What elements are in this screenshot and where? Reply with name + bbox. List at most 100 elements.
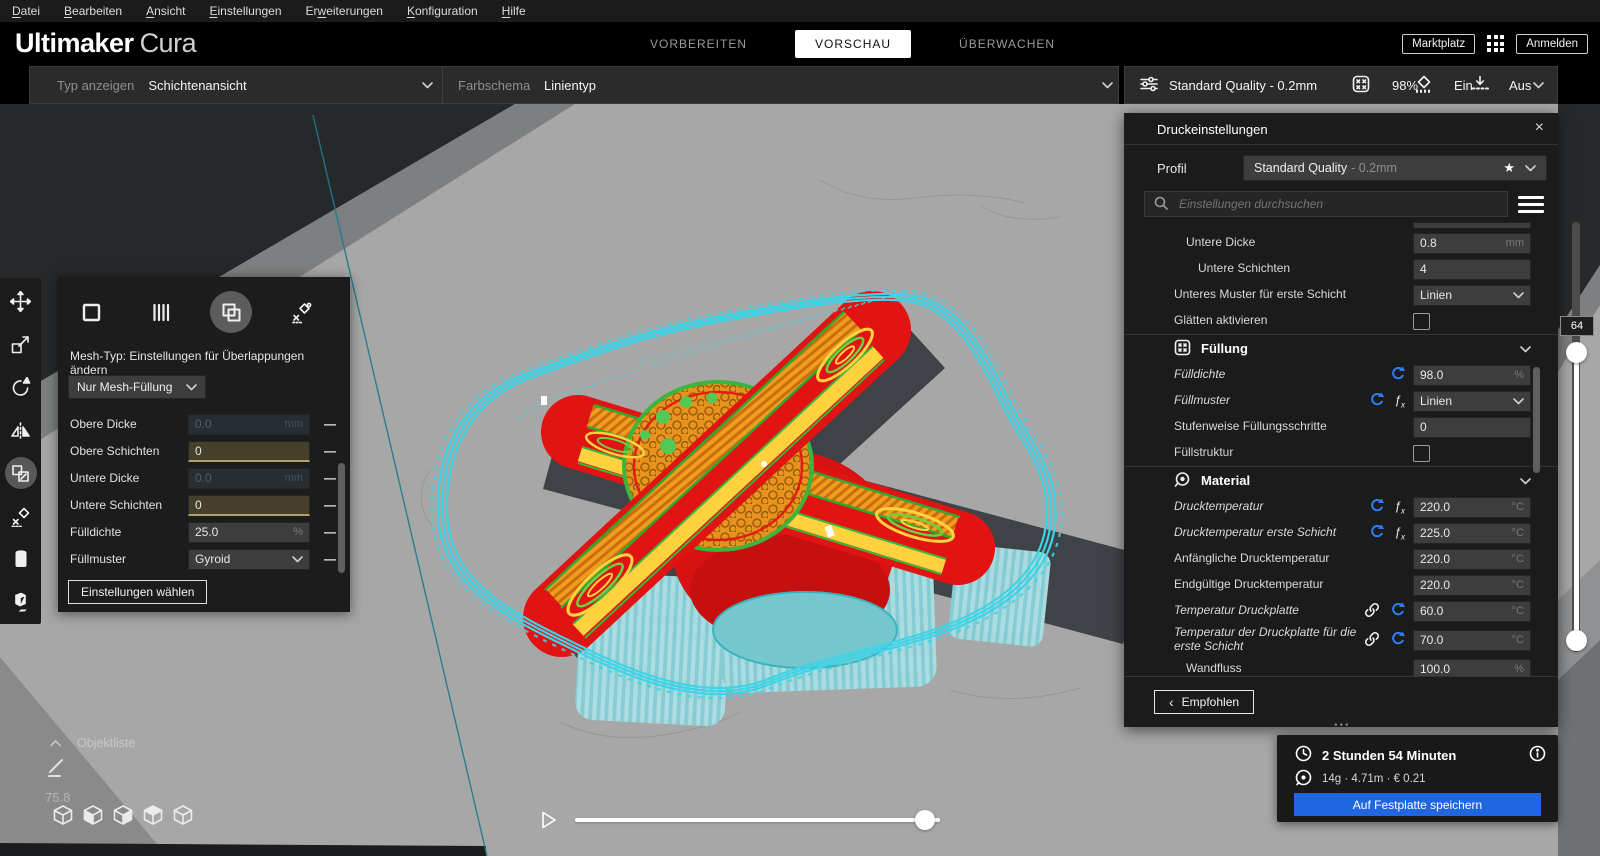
object-list-toggle[interactable]: Objektliste [50, 736, 135, 750]
setting-input[interactable] [1420, 417, 1502, 437]
playback-slider[interactable] [575, 818, 940, 822]
revert-icon[interactable] [1390, 602, 1405, 620]
link-icon[interactable] [1364, 602, 1380, 621]
füllmuster-select[interactable]: Gyroid [188, 548, 310, 570]
info-icon[interactable] [1529, 745, 1546, 765]
playback-handle[interactable] [915, 810, 935, 830]
profile-select[interactable]: Standard Quality - 0.2mm ★ [1243, 155, 1547, 181]
chevron-down-icon[interactable] [422, 78, 433, 92]
view-right-button[interactable] [172, 804, 194, 829]
mesh-panel-scrollbar[interactable] [338, 463, 345, 573]
print-time: 2 Stunden 54 Minuten [1295, 745, 1456, 765]
glätten aktivieren-checkbox[interactable] [1413, 312, 1430, 330]
menu-datei[interactable]: Datei [12, 4, 40, 18]
fx-icon[interactable]: ƒx [1394, 499, 1405, 515]
link-icon[interactable] [1364, 631, 1380, 650]
support-eraser-tool[interactable] [5, 543, 37, 575]
revert-icon[interactable] [1369, 392, 1385, 410]
color-scheme-value[interactable]: Linientyp [544, 78, 596, 93]
setting-input[interactable] [195, 522, 279, 542]
print-settings-toolbar[interactable]: Standard Quality - 0.2mm 98% Ein Aus [1124, 66, 1558, 104]
star-icon[interactable]: ★ [1503, 160, 1515, 176]
setting-input[interactable] [1420, 630, 1502, 650]
view-type-value[interactable]: Schichtenansicht [148, 78, 246, 93]
per-model-settings-tool[interactable] [4, 457, 37, 489]
setting-row: Fülldichte% [1124, 362, 1558, 388]
setting-input[interactable] [195, 414, 279, 434]
setting-input[interactable] [1420, 365, 1502, 385]
remove-setting-button[interactable]: — [322, 524, 338, 540]
chevron-down-icon[interactable] [1533, 78, 1544, 92]
modify-overlaps-mode-button[interactable] [210, 291, 252, 333]
setting-input[interactable] [1420, 259, 1502, 279]
tab-überwachen[interactable]: ÜBERWACHEN [939, 30, 1075, 58]
mirror-tool[interactable] [5, 414, 37, 446]
setting-input[interactable] [1420, 233, 1502, 253]
füllstruktur-checkbox[interactable] [1413, 444, 1430, 462]
menu-ansicht[interactable]: Ansicht [146, 4, 185, 18]
move-tool[interactable] [5, 285, 37, 317]
fx-icon[interactable]: ƒx [1394, 525, 1405, 541]
setting-row: Drucktemperatur erste Schicht ƒx °C [1124, 520, 1558, 546]
scale-tool[interactable] [5, 328, 37, 360]
layer-slider-lower-handle[interactable] [1566, 630, 1587, 651]
menu-einstellungen[interactable]: Einstellungen [209, 4, 281, 18]
tab-vorbereiten[interactable]: VORBEREITEN [630, 30, 767, 58]
setting-input[interactable] [195, 441, 279, 460]
play-button[interactable] [540, 810, 558, 833]
setting-input[interactable] [1420, 549, 1502, 569]
settings-scrollbar[interactable] [1533, 367, 1540, 473]
setting-input[interactable] [1420, 601, 1502, 621]
unteres muster für erste schicht-select[interactable]: Linien [1413, 284, 1531, 306]
view-left-button[interactable] [142, 804, 164, 829]
apps-grid-icon[interactable] [1487, 35, 1505, 52]
remove-setting-button[interactable]: — [322, 470, 338, 486]
camera-view-presets [52, 804, 194, 829]
remove-setting-button[interactable]: — [322, 497, 338, 513]
chevron-down-icon[interactable] [1102, 78, 1113, 92]
revert-icon[interactable] [1390, 366, 1405, 384]
fx-icon[interactable]: ƒx [1394, 393, 1405, 409]
revert-icon[interactable] [1369, 524, 1385, 542]
normal-mesh-mode-button[interactable] [70, 291, 112, 333]
recommended-button[interactable]: ‹ Empfohlen [1154, 690, 1255, 714]
marketplace-button[interactable]: Marktplatz [1402, 33, 1476, 54]
print-as-support-mode-button[interactable] [140, 291, 182, 333]
select-settings-button[interactable]: Einstellungen wählen [68, 580, 208, 604]
view-3d-button[interactable] [52, 804, 74, 829]
dont-support-overlaps-mode-button[interactable] [280, 291, 322, 333]
setting-input[interactable] [1420, 523, 1502, 543]
setting-input[interactable] [1420, 575, 1502, 595]
view-front-button[interactable] [82, 804, 104, 829]
revert-icon[interactable] [1369, 498, 1385, 516]
close-icon[interactable]: × [1535, 119, 1544, 137]
panel-resize-grip[interactable]: ••• [1334, 720, 1351, 731]
menu-hilfe[interactable]: Hilfe [502, 4, 526, 18]
settings-menu-icon[interactable] [1518, 193, 1544, 215]
menu-bearbeiten[interactable]: Bearbeiten [64, 4, 122, 18]
setting-value-box [1413, 258, 1531, 280]
mesh-type-select[interactable]: Nur Mesh-Füllung [68, 375, 206, 399]
model-drop-tool[interactable] [5, 586, 37, 618]
tab-vorschau[interactable]: VORSCHAU [795, 29, 912, 58]
remove-setting-button[interactable]: — [322, 443, 338, 459]
sign-in-button[interactable]: Anmelden [1516, 33, 1588, 54]
section-füllung[interactable]: Füllung [1124, 334, 1558, 362]
section-material[interactable]: Material [1124, 466, 1558, 494]
save-to-disk-button[interactable]: Auf Festplatte speichern [1294, 793, 1541, 816]
support-blocker-tool[interactable] [5, 500, 37, 532]
setting-input[interactable] [1420, 659, 1502, 676]
setting-input[interactable] [195, 495, 279, 514]
remove-setting-button[interactable]: — [322, 551, 338, 567]
setting-input[interactable] [195, 468, 279, 488]
revert-icon[interactable] [1390, 631, 1405, 649]
menu-erweiterungen[interactable]: Erweiterungen [306, 4, 383, 18]
setting-input[interactable] [1420, 497, 1502, 517]
rotate-tool[interactable] [5, 371, 37, 403]
search-input[interactable] [1177, 196, 1499, 212]
menu-konfiguration[interactable]: Konfiguration [407, 4, 478, 18]
füllmuster-select[interactable]: Linien [1413, 390, 1531, 412]
layer-slider-upper-handle[interactable] [1566, 342, 1587, 363]
remove-setting-button[interactable]: — [322, 416, 338, 432]
view-top-button[interactable] [112, 804, 134, 829]
